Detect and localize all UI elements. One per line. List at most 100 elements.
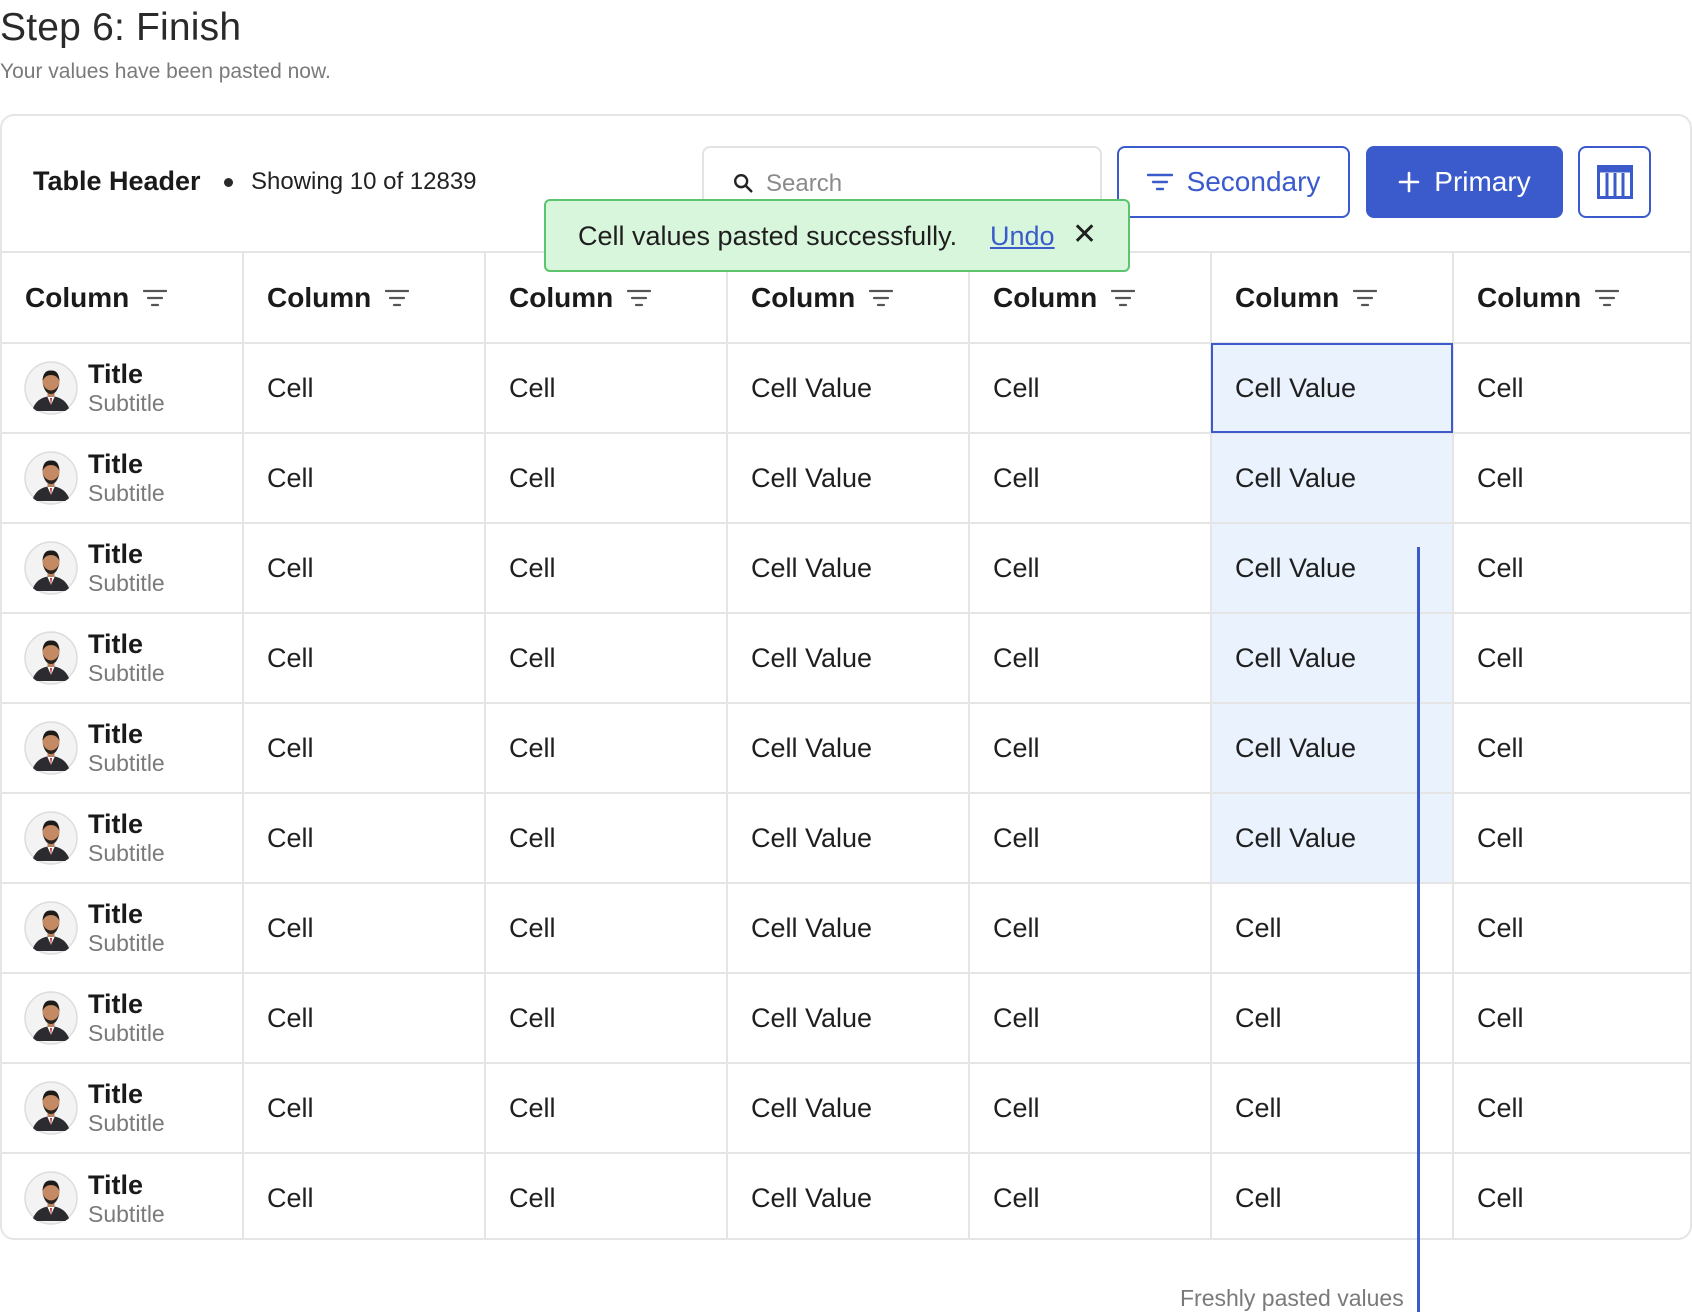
table-row[interactable]: Title Subtitle Cell Cell Cell Value Cell Cell … (2, 523, 1690, 614)
person-cell[interactable]: Title Subtitle (2, 883, 244, 974)
page-title: Step 6: Finish (0, 6, 242, 49)
separator-dot (224, 178, 233, 187)
table-cell[interactable]: Cell (969, 523, 1212, 614)
table-cell[interactable]: Cell (969, 973, 1212, 1064)
table-row[interactable]: Title Subtitle Cell Cell Cell Value Cell Cell C… (2, 883, 1690, 974)
table-cell[interactable]: Cell (243, 703, 486, 794)
column-header[interactable]: Column (1453, 253, 1690, 344)
table-cell[interactable]: Cell (485, 1063, 728, 1154)
table-cell[interactable]: Cell (243, 523, 486, 614)
column-header-label: Column (993, 281, 1098, 313)
table-cell[interactable]: Cell (1453, 1153, 1690, 1238)
person-cell[interactable]: Title Subtitle (2, 613, 244, 704)
filter-icon[interactable] (385, 289, 410, 307)
table-row[interactable]: Title Subtitle Cell Cell Cell Value Cell Cell … (2, 613, 1690, 704)
column-header[interactable]: Column (2, 253, 244, 344)
table-cell[interactable]: Cell Value (727, 883, 970, 974)
table-cell[interactable]: Cell (485, 343, 728, 434)
table-cell[interactable]: Cell Value (727, 523, 970, 614)
filter-icon[interactable] (627, 289, 652, 307)
table-cell[interactable]: Cell Value (727, 703, 970, 794)
table-row[interactable]: Title Subtitle Cell Cell Cell Value Cell Cell C… (2, 973, 1690, 1064)
table-cell[interactable]: Cell (485, 793, 728, 884)
person-cell[interactable]: Title Subtitle (2, 343, 244, 434)
table-cell[interactable]: Cell (243, 343, 486, 434)
table-row[interactable]: Title Subtitle Cell Cell Cell Value Cell Cell C… (2, 1153, 1690, 1238)
table-cell[interactable]: Cell Value (727, 613, 970, 704)
table-cell[interactable]: Cell Value (727, 1153, 970, 1238)
table-cell[interactable]: Cell (485, 523, 728, 614)
row-title: Title (88, 359, 144, 390)
person-cell[interactable]: Title Subtitle (2, 433, 244, 524)
pasted-cell[interactable]: Cell Value (1211, 343, 1454, 434)
table-cell[interactable]: Cell (969, 1153, 1212, 1238)
table-cell[interactable]: Cell (485, 973, 728, 1064)
table-cell[interactable]: Cell (969, 703, 1212, 794)
table-row[interactable]: Title Subtitle Cell Cell Cell Value Cell Cell … (2, 793, 1690, 884)
pasted-cell[interactable]: Cell Value (1211, 433, 1454, 524)
table-row[interactable]: Title Subtitle Cell Cell Cell Value Cell Cell … (2, 343, 1690, 434)
filter-icon (1146, 173, 1173, 191)
table-cell[interactable]: Cell (243, 883, 486, 974)
table-cell[interactable]: Cell (1453, 703, 1690, 794)
filter-icon[interactable] (1111, 289, 1136, 307)
table-cell[interactable]: Cell (243, 433, 486, 524)
row-title: Title (88, 719, 144, 750)
row-title: Title (88, 899, 144, 930)
table-cell[interactable]: Cell (1453, 1063, 1690, 1154)
table-cell[interactable]: Cell (1453, 613, 1690, 704)
table-cell[interactable]: Cell (1453, 973, 1690, 1064)
undo-link[interactable]: Undo (990, 221, 1055, 252)
table-cell[interactable]: Cell Value (727, 1063, 970, 1154)
annotation-line (1417, 547, 1420, 1312)
column-header[interactable]: Column (1211, 253, 1454, 344)
table-row[interactable]: Title Subtitle Cell Cell Cell Value Cell Cell C… (2, 1063, 1690, 1154)
table-cell[interactable]: Cell (243, 1063, 486, 1154)
table-cell[interactable]: Cell (969, 1063, 1212, 1154)
row-subtitle: Subtitle (88, 390, 165, 417)
table-cell[interactable]: Cell Value (727, 973, 970, 1064)
row-title: Title (88, 629, 144, 660)
table-cell[interactable]: Cell (485, 433, 728, 524)
person-cell[interactable]: Title Subtitle (2, 973, 244, 1064)
filter-icon[interactable] (1353, 289, 1378, 307)
columns-button[interactable] (1578, 146, 1651, 218)
search-input[interactable] (766, 168, 1066, 200)
table-cell[interactable]: Cell (1453, 523, 1690, 614)
table-row[interactable]: Title Subtitle Cell Cell Cell Value Cell Cell … (2, 433, 1690, 524)
close-icon[interactable]: ✕ (1072, 217, 1097, 252)
filter-icon[interactable] (869, 289, 894, 307)
table-cell[interactable]: Cell (485, 1153, 728, 1238)
table-cell[interactable]: Cell (243, 793, 486, 884)
table-cell[interactable]: Cell (243, 613, 486, 704)
person-cell[interactable]: Title Subtitle (2, 793, 244, 884)
person-cell[interactable]: Title Subtitle (2, 703, 244, 794)
table-cell[interactable]: Cell (243, 1153, 486, 1238)
table-row[interactable]: Title Subtitle Cell Cell Cell Value Cell Cell … (2, 703, 1690, 794)
table-cell[interactable]: Cell Value (727, 793, 970, 884)
table-cell[interactable]: Cell (969, 883, 1212, 974)
primary-button[interactable]: Primary (1366, 146, 1563, 218)
table-cell[interactable]: Cell (969, 613, 1212, 704)
table-cell[interactable]: Cell (243, 973, 486, 1064)
column-header[interactable]: Column (243, 253, 486, 344)
secondary-button[interactable]: Secondary (1117, 146, 1350, 218)
filter-icon[interactable] (1595, 289, 1620, 307)
table-cell[interactable]: Cell (1453, 433, 1690, 524)
table-cell[interactable]: Cell (969, 433, 1212, 524)
table-cell[interactable]: Cell (969, 343, 1212, 434)
table-cell[interactable]: Cell (1453, 883, 1690, 974)
table-cell[interactable]: Cell (1453, 793, 1690, 884)
table-cell[interactable]: Cell (1453, 343, 1690, 434)
table-cell[interactable]: Cell (485, 703, 728, 794)
table-cell[interactable]: Cell (969, 793, 1212, 884)
table-cell[interactable]: Cell (485, 883, 728, 974)
table-cell[interactable]: Cell Value (727, 343, 970, 434)
filter-icon[interactable] (143, 289, 168, 307)
column-header-label: Column (1477, 281, 1582, 313)
person-cell[interactable]: Title Subtitle (2, 1153, 244, 1238)
person-cell[interactable]: Title Subtitle (2, 523, 244, 614)
person-cell[interactable]: Title Subtitle (2, 1063, 244, 1154)
table-cell[interactable]: Cell (485, 613, 728, 704)
table-cell[interactable]: Cell Value (727, 433, 970, 524)
